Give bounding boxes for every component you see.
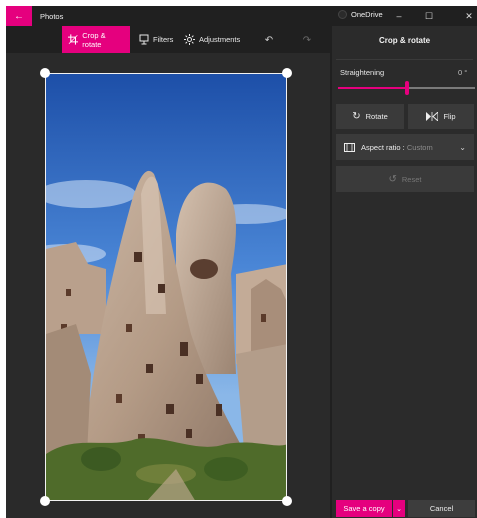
onedrive-label: OneDrive — [351, 10, 383, 19]
minimize-button[interactable]: – — [392, 9, 406, 23]
photos-app-window: ← Photos OneDrive – ☐ ✕ Crop & rotate Fi… — [6, 6, 477, 518]
rotate-button[interactable]: ↻ Rotate — [336, 104, 404, 129]
save-copy-label: Save a copy — [343, 504, 385, 513]
close-icon: ✕ — [465, 10, 473, 21]
redo-button[interactable]: ↷ — [300, 33, 314, 47]
straightening-label: Straightening — [340, 68, 385, 77]
chevron-down-icon: ⌄ — [396, 505, 402, 513]
app-title: Photos — [40, 12, 64, 21]
undo-icon: ↶ — [264, 34, 274, 46]
reset-label: Reset — [401, 174, 422, 184]
crop-handle-bottom-left[interactable] — [40, 496, 50, 506]
filters-label: Filters — [153, 35, 174, 44]
minimize-icon: – — [396, 11, 402, 21]
back-button[interactable]: ← — [6, 6, 32, 26]
aspect-ratio-dropdown[interactable]: Aspect ratio : Custom ⌄ — [336, 134, 474, 160]
crop-rotate-tab[interactable]: Crop & rotate — [62, 26, 130, 53]
crop-handle-top-left[interactable] — [40, 68, 50, 78]
photo-canvas — [6, 53, 330, 518]
cancel-label: Cancel — [429, 504, 454, 513]
rotate-icon: ↻ — [352, 111, 361, 122]
save-copy-button[interactable]: Save a copy — [336, 500, 392, 517]
rotate-label: Rotate — [365, 112, 388, 121]
cancel-button[interactable]: Cancel — [408, 500, 475, 517]
crop-handle-top-right[interactable] — [282, 68, 292, 78]
straightening-slider-fill — [338, 87, 407, 89]
aspect-ratio-label: Aspect ratio : — [361, 142, 405, 152]
crop-rotate-panel: Crop & rotate Straightening 0 ° ↻ Rotate… — [332, 26, 477, 518]
chevron-down-icon: ⌄ — [459, 142, 466, 152]
flip-icon — [426, 112, 439, 121]
onedrive-icon — [338, 10, 347, 19]
maximize-button[interactable]: ☐ — [422, 9, 436, 23]
crop-icon — [68, 34, 79, 45]
photo — [45, 73, 287, 501]
aspect-ratio-value: Custom — [406, 142, 433, 152]
filters-icon — [139, 34, 149, 45]
panel-divider — [336, 59, 473, 60]
reset-button[interactable]: ↺ Reset — [336, 166, 474, 192]
flip-label: Flip — [443, 112, 456, 121]
save-options-button[interactable]: ⌄ — [393, 500, 405, 517]
crop-handle-bottom-right[interactable] — [282, 496, 292, 506]
reset-icon: ↺ — [388, 173, 397, 185]
aspect-ratio-icon — [344, 142, 355, 152]
crop-rotate-label: Crop & rotate — [82, 30, 106, 49]
straightening-value: 0 ° — [458, 68, 468, 77]
adjustments-icon — [184, 34, 195, 45]
onedrive-status[interactable]: OneDrive — [338, 10, 383, 19]
redo-icon: ↷ — [302, 34, 312, 46]
filters-tab[interactable]: Filters — [133, 26, 179, 53]
maximize-icon: ☐ — [424, 10, 434, 21]
flip-button[interactable]: Flip — [408, 104, 474, 129]
close-button[interactable]: ✕ — [462, 9, 476, 23]
panel-title: Crop & rotate — [378, 36, 431, 45]
edit-toolbar: Crop & rotate Filters Adjustments ↶ ↷ — [6, 26, 328, 53]
straightening-slider-thumb[interactable] — [405, 81, 409, 95]
adjustments-tab[interactable]: Adjustments — [178, 26, 246, 53]
arrow-left-icon: ← — [14, 10, 24, 22]
undo-button[interactable]: ↶ — [262, 33, 276, 47]
straightening-slider[interactable] — [338, 81, 475, 95]
photo-image — [46, 74, 286, 500]
title-bar: ← Photos OneDrive – ☐ ✕ — [6, 6, 477, 26]
adjustments-label: Adjustments — [199, 35, 241, 44]
